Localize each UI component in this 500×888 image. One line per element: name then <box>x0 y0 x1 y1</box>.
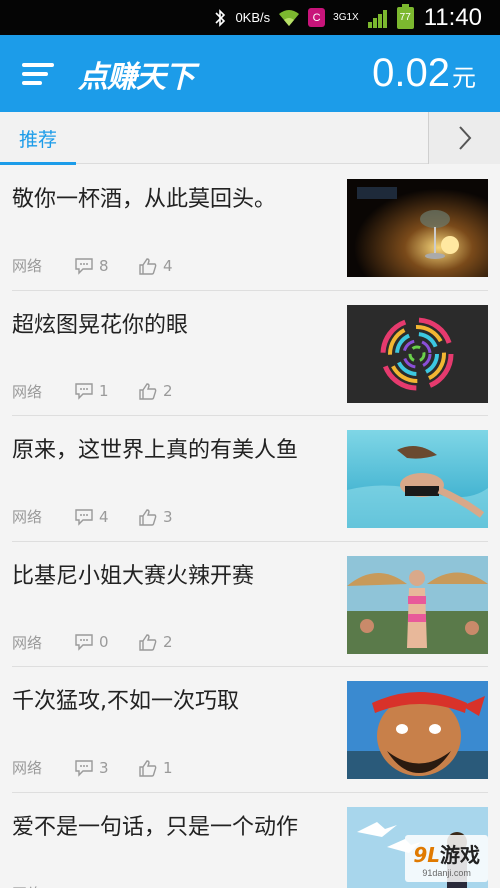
article-source: 网络 <box>12 508 43 526</box>
like-count[interactable]: 4 <box>138 257 202 275</box>
article-source: 网络 <box>12 759 43 777</box>
thumbs-up-icon <box>139 634 157 651</box>
article-thumbnail <box>347 555 488 654</box>
network-type: 3G 1X <box>333 11 359 23</box>
thumbs-up-icon <box>139 383 157 400</box>
article-meta: 网络 3 1 <box>12 757 202 778</box>
article-meta: 网络 8 4 <box>12 255 202 276</box>
more-tabs-button[interactable] <box>428 112 500 164</box>
article-meta: 网络 0 2 <box>12 632 202 653</box>
article-title: 敬你一杯酒，从此莫回头。 <box>12 187 277 212</box>
bluetooth-icon <box>215 8 226 27</box>
comment-icon <box>75 508 93 526</box>
thumbs-up-icon <box>139 257 157 275</box>
article-source: 网络 <box>12 257 43 275</box>
article-title: 原来，这世界上真的有美人鱼 <box>12 438 299 463</box>
like-count[interactable]: 1 <box>138 759 202 777</box>
like-count-value: 3 <box>163 507 173 526</box>
article-meta: 网络 1 2 <box>12 381 202 402</box>
clock: 11:40 <box>423 3 482 31</box>
like-count-value: 2 <box>163 633 173 651</box>
thumbs-up-icon <box>139 759 157 777</box>
article-thumbnail <box>347 179 488 277</box>
comment-count-value: 3 <box>99 758 109 777</box>
thumbs-up-icon <box>139 508 157 526</box>
comment-icon <box>75 257 93 275</box>
article-list: 敬你一杯酒，从此莫回头。 网络 8 4 超炫图晃花你的眼 网络 1 2 原来，这… <box>0 165 500 888</box>
tab-recommended[interactable]: 推荐 <box>0 112 76 165</box>
comment-count[interactable]: 1 <box>74 382 138 400</box>
balance-value: 0.02 <box>372 51 450 95</box>
article-title: 千次猛攻,不如一次巧取 <box>12 689 239 714</box>
comment-count-value: 0 <box>99 633 109 651</box>
app-notification-icon: C <box>308 8 326 27</box>
like-count[interactable]: 2 <box>138 633 202 651</box>
wifi-icon <box>279 9 300 26</box>
article-item[interactable]: 超炫图晃花你的眼 网络 1 2 <box>12 291 488 416</box>
article-title: 爱不是一句话，只是一个动作 <box>12 814 299 840</box>
comment-count[interactable]: 8 <box>74 257 138 275</box>
like-count[interactable]: 3 <box>138 508 202 526</box>
article-item[interactable]: 原来，这世界上真的有美人鱼 网络 4 3 <box>12 416 488 542</box>
category-tab-bar: 推荐 <box>0 112 500 165</box>
comment-count-value: 1 <box>99 382 109 400</box>
like-count-value: 4 <box>163 256 173 275</box>
comment-count[interactable]: 0 <box>74 633 138 651</box>
article-thumbnail <box>347 681 488 779</box>
like-count-value: 1 <box>163 758 173 777</box>
comment-icon <box>75 634 93 651</box>
site-watermark: 9L游戏 91danji.com <box>405 835 488 882</box>
article-meta: 网络 4 3 <box>12 506 202 527</box>
chevron-right-icon <box>458 126 471 150</box>
like-count-value: 2 <box>163 382 173 400</box>
article-source: 网络 <box>12 883 74 888</box>
app-header: 点赚天下 0.02 元 <box>0 35 500 112</box>
article-item[interactable]: 比基尼小姐大赛火辣开赛 网络 0 2 <box>12 542 488 667</box>
comment-count[interactable]: 4 <box>74 508 138 526</box>
balance[interactable]: 0.02 元 <box>372 51 476 96</box>
article-meta: 网络 <box>12 883 74 888</box>
network-speed: 0KB/s <box>235 10 271 25</box>
article-source: 网络 <box>12 633 43 652</box>
article-item[interactable]: 千次猛攻,不如一次巧取 网络 3 1 <box>12 667 488 793</box>
network-type-bottom: 1X <box>346 11 359 23</box>
comment-icon <box>75 383 93 400</box>
article-thumbnail <box>347 304 488 403</box>
status-bar: 0KB/s C 3G 1X 77 11:40 <box>0 0 500 35</box>
network-type-top: 3G <box>333 11 347 23</box>
article-title: 超炫图晃花你的眼 <box>12 312 189 338</box>
app-logo: 点赚天下 <box>78 59 195 95</box>
article-source: 网络 <box>12 382 43 401</box>
watermark-brand-text: 游戏 <box>440 843 480 867</box>
watermark-brand-number: 9L <box>413 843 440 867</box>
article-item[interactable]: 敬你一杯酒，从此莫回头。 网络 8 4 <box>12 165 488 291</box>
balance-unit: 元 <box>452 64 476 92</box>
comment-count[interactable]: 3 <box>74 759 138 777</box>
article-thumbnail <box>347 430 488 528</box>
article-title: 比基尼小姐大赛火辣开赛 <box>12 563 255 589</box>
comment-icon <box>75 759 93 777</box>
watermark-url: 91danji.com <box>422 868 471 878</box>
comment-count-value: 4 <box>99 507 109 526</box>
signal-icon <box>367 9 387 28</box>
menu-icon[interactable] <box>22 59 58 89</box>
battery-icon: 77 <box>396 3 414 29</box>
like-count[interactable]: 2 <box>138 382 202 400</box>
comment-count-value: 8 <box>99 256 109 275</box>
